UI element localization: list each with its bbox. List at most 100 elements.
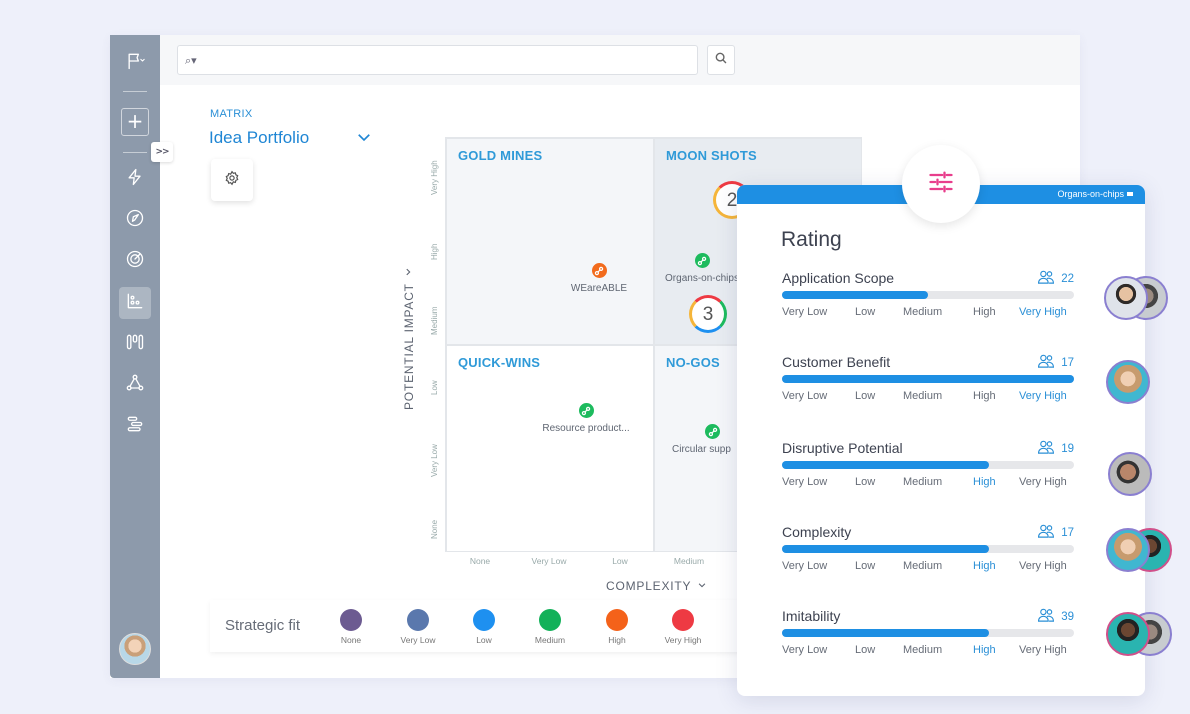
rater-count[interactable]: 22 — [1037, 270, 1074, 287]
scale-option[interactable]: Very High — [1019, 306, 1067, 318]
y-tick: High — [430, 243, 439, 260]
x-axis-dropdown[interactable]: COMPLEXITY — [606, 579, 707, 593]
scale-option[interactable]: Low — [855, 560, 875, 572]
sidebar-item-flag[interactable] — [119, 47, 151, 79]
idea-link-icon — [578, 403, 594, 418]
sidebar-item-roadmap[interactable] — [119, 410, 151, 442]
scale-option[interactable]: Very High — [1019, 560, 1067, 572]
rater-count[interactable]: 19 — [1037, 440, 1074, 457]
idea-marker[interactable]: Circular supp — [672, 424, 742, 455]
sidebar-item-radar[interactable] — [119, 245, 151, 277]
scale-option[interactable]: Very Low — [782, 390, 827, 402]
legend-item: Medium — [520, 609, 580, 645]
legend-label: None — [340, 635, 362, 645]
y-tick: Low — [430, 380, 439, 395]
y-axis-ticks: Very High High Medium Low Very Low None — [430, 45, 450, 539]
top-bar: ⌕▾ — [160, 35, 1080, 85]
users-icon — [1037, 270, 1055, 287]
criterion-name: Customer Benefit — [782, 354, 891, 370]
scale-option[interactable]: High — [973, 476, 996, 488]
rater-avatar[interactable] — [1104, 276, 1148, 320]
search-button[interactable] — [707, 45, 735, 75]
quadrant-title: QUICK-WINS — [458, 355, 541, 370]
users-icon — [1037, 440, 1055, 457]
rating-scale: Very Low Low Medium High Very High — [782, 476, 1074, 490]
sidebar-item-activity[interactable] — [119, 163, 151, 195]
rating-criterion: Customer Benefit 17 Very Low Low Medium High V… — [782, 354, 1074, 402]
scale-option[interactable]: Medium — [903, 560, 942, 572]
user-avatar[interactable] — [119, 633, 151, 665]
add-button[interactable]: + — [121, 108, 149, 136]
idea-marker[interactable]: WEareABLE — [544, 263, 654, 294]
rating-slider-fill — [782, 291, 928, 299]
idea-label: WEareABLE — [570, 283, 628, 294]
rating-slider[interactable] — [782, 375, 1074, 383]
y-tick: Medium — [430, 306, 439, 335]
scale-option[interactable]: Medium — [903, 306, 942, 318]
gear-icon — [224, 170, 240, 191]
scale-option[interactable]: Very Low — [782, 644, 827, 656]
rater-count[interactable]: 17 — [1037, 524, 1074, 541]
scale-option[interactable]: Low — [855, 390, 875, 402]
sidebar-item-network[interactable] — [119, 369, 151, 401]
users-icon — [1037, 354, 1055, 371]
portfolio-title[interactable]: Idea Portfolio — [209, 128, 309, 148]
idea-marker[interactable]: Resource product... — [531, 403, 641, 434]
kanban-icon — [125, 332, 145, 357]
scale-option[interactable]: High — [973, 644, 996, 656]
scale-option[interactable]: Very High — [1019, 476, 1067, 488]
scale-option[interactable]: Low — [855, 644, 875, 656]
rating-slider[interactable] — [782, 461, 1074, 469]
x-tick: Very Low — [531, 556, 567, 566]
legend-swatch — [606, 609, 628, 631]
legend-swatch — [407, 609, 429, 631]
scale-option[interactable]: High — [973, 306, 996, 318]
rater-count-value: 39 — [1061, 610, 1074, 623]
y-tick: None — [430, 519, 439, 539]
rating-slider[interactable] — [782, 291, 1074, 299]
scale-option[interactable]: Medium — [903, 390, 942, 402]
legend-swatch — [539, 609, 561, 631]
scale-option[interactable]: Very High — [1019, 644, 1067, 656]
quadrant-title: MOON SHOTS — [666, 148, 757, 163]
y-axis-dropdown[interactable]: POTENTIAL IMPACT — [402, 267, 416, 410]
scale-option[interactable]: Very Low — [782, 560, 827, 572]
quadrant-title: GOLD MINES — [458, 148, 543, 163]
idea-cluster[interactable]: 3 — [689, 295, 727, 333]
rater-count-value: 19 — [1061, 442, 1074, 455]
rating-slider[interactable] — [782, 629, 1074, 637]
sidebar-item-matrix[interactable] — [119, 287, 151, 319]
scale-option[interactable]: Very High — [1019, 390, 1067, 402]
legend-label: Very Low — [400, 635, 436, 645]
scale-option[interactable]: High — [973, 390, 996, 402]
scale-option[interactable]: Medium — [903, 476, 942, 488]
rating-scale: Very Low Low Medium High Very High — [782, 644, 1074, 658]
sidebar-item-explore[interactable] — [119, 204, 151, 236]
search-scope-dropdown[interactable]: ⌕▾ — [185, 54, 197, 68]
scale-option[interactable]: Very Low — [782, 476, 827, 488]
rater-avatar[interactable] — [1106, 360, 1150, 404]
rater-count[interactable]: 17 — [1037, 354, 1074, 371]
idea-tag-label: Organs-on-chips — [1057, 189, 1124, 199]
rater-avatar[interactable] — [1106, 528, 1150, 572]
settings-button[interactable] — [211, 159, 253, 201]
rater-count[interactable]: 39 — [1037, 608, 1074, 625]
chevron-down-icon[interactable] — [355, 128, 373, 146]
scale-option[interactable]: Low — [855, 306, 875, 318]
scale-option[interactable]: Medium — [903, 644, 942, 656]
rating-scale: Very Low Low Medium High Very High — [782, 390, 1074, 404]
rating-filter-button[interactable] — [902, 145, 980, 223]
expand-sidebar-button[interactable]: >> — [151, 142, 173, 162]
idea-tag[interactable]: Organs-on-chips — [1057, 189, 1133, 199]
scale-option[interactable]: Very Low — [782, 306, 827, 318]
sidebar-item-board[interactable] — [119, 328, 151, 360]
legend-title: Strategic fit — [225, 617, 301, 634]
rating-slider-fill — [782, 461, 990, 469]
legend-swatch — [340, 609, 362, 631]
rater-avatar[interactable] — [1108, 452, 1152, 496]
sidebar-divider — [123, 152, 147, 153]
rater-avatar[interactable] — [1106, 612, 1150, 656]
rating-slider[interactable] — [782, 545, 1074, 553]
scale-option[interactable]: High — [973, 560, 996, 572]
scale-option[interactable]: Low — [855, 476, 875, 488]
